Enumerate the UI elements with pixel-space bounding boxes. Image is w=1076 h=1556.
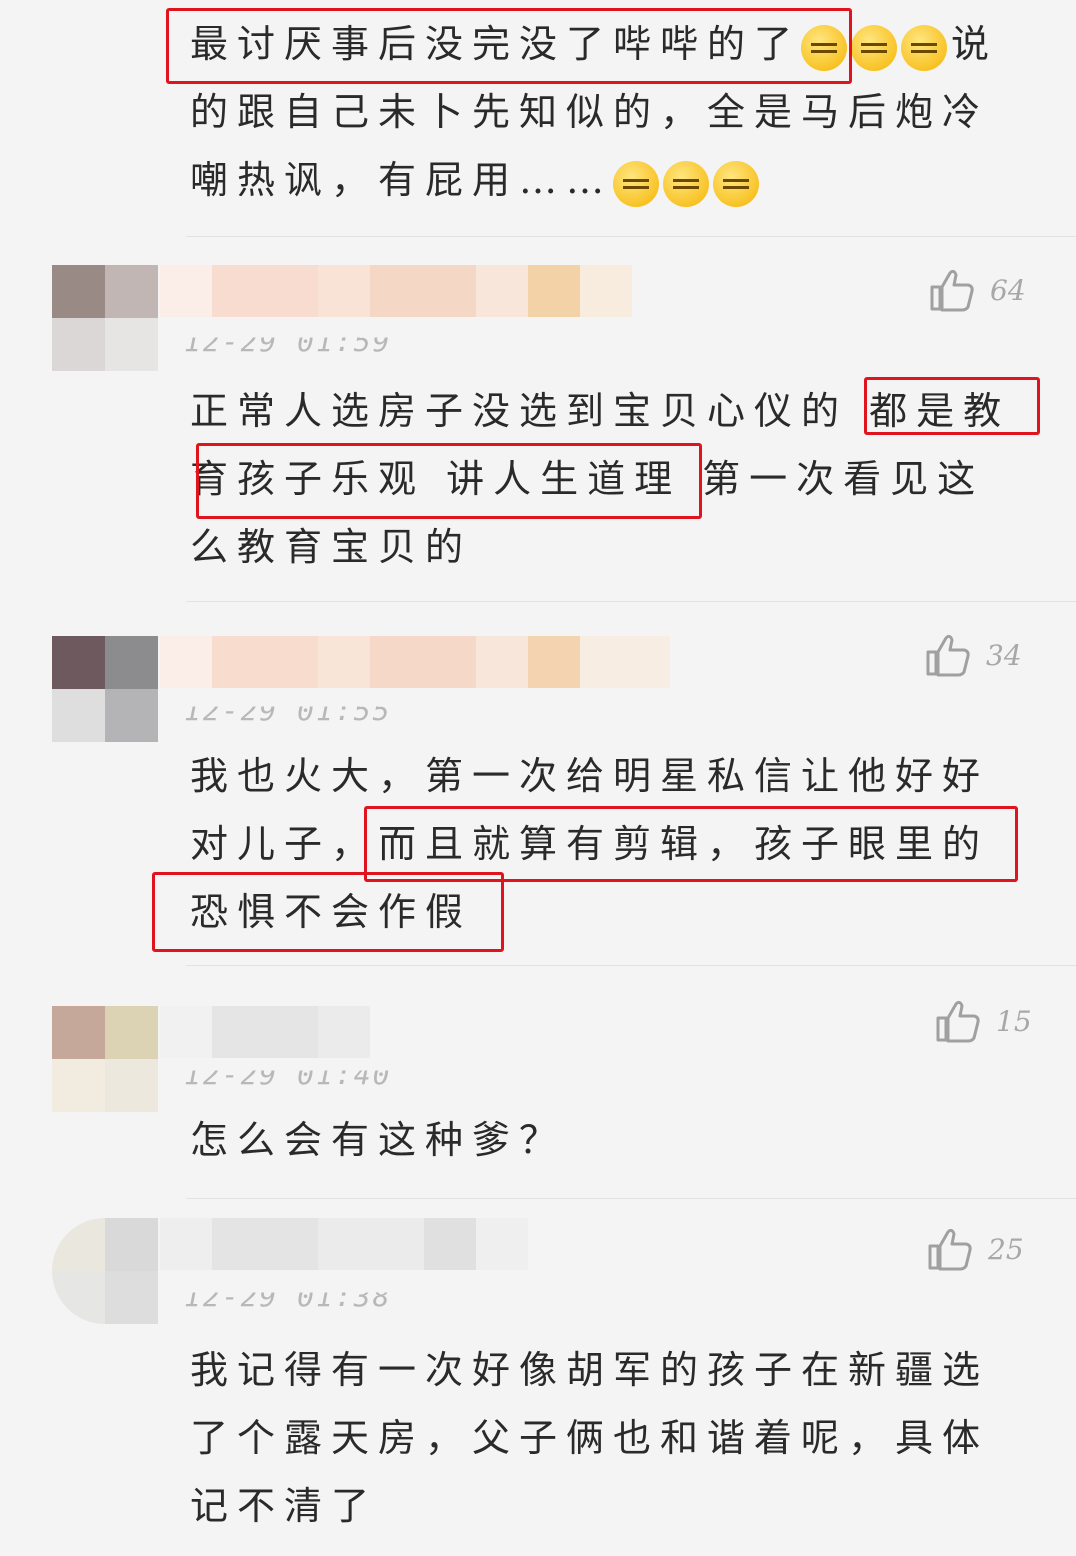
angry-emoji-icon (713, 160, 760, 207)
highlight-box (166, 8, 852, 84)
angry-emoji-icon (663, 160, 710, 207)
like-count: 34 (986, 638, 1022, 672)
highlight-box (364, 806, 1018, 882)
comment-item: 12-29 01:40 15 怎么会有这种爹？ (0, 966, 1076, 1200)
like-button[interactable]: 34 (924, 632, 1022, 678)
avatar[interactable] (52, 1218, 158, 1324)
comment-text: 怎么会有这种爹？ (190, 1118, 567, 1162)
comment-text: 我记得有一次好像胡军的孩子在新疆选了个露天房，父子俩也和谐着呢，具体记不清了 (190, 1348, 990, 1528)
grimace-emoji-icon (851, 24, 898, 71)
like-count: 64 (990, 273, 1026, 307)
grimace-emoji-icon (901, 24, 948, 71)
like-count: 15 (996, 1004, 1032, 1038)
username-blurred[interactable] (160, 1218, 528, 1270)
angry-emoji-icon (613, 160, 660, 207)
comment-timestamp: 12-29 01:59 (184, 325, 392, 358)
avatar[interactable] (52, 1006, 158, 1112)
thumbs-up-icon (926, 634, 970, 677)
username-blurred[interactable] (160, 636, 670, 688)
highlight-box (864, 377, 1040, 435)
like-count: 25 (988, 1232, 1024, 1266)
comment-timestamp: 12-29 01:40 (184, 1058, 392, 1091)
highlight-box (196, 443, 702, 519)
thumbs-up-icon (928, 1228, 972, 1271)
avatar[interactable] (52, 636, 158, 742)
comment-timestamp: 12-29 01:55 (184, 694, 392, 727)
username-blurred[interactable] (160, 1006, 370, 1058)
highlight-box (152, 872, 504, 952)
username-blurred[interactable] (160, 265, 632, 317)
avatar[interactable] (52, 265, 158, 371)
thumbs-up-icon (930, 269, 974, 312)
like-button[interactable]: 25 (926, 1226, 1024, 1272)
comment-item: 12-29 01:59 64 正常人选房子没选到宝贝心仪的 都是教育孩子乐观 讲… (0, 237, 1076, 602)
comment-timestamp: 12-29 01:38 (184, 1280, 392, 1313)
comment-item: 12-29 01:38 25 我记得有一次好像胡军的孩子在新疆选了个露天房，父子… (0, 1200, 1076, 1556)
like-button[interactable]: 15 (934, 998, 1032, 1044)
comment-item: 最讨厌事后没完没了哔哔的了 说的跟自己未卜先知似的，全是马后炮冷嘲热讽，有屁用…… (0, 0, 1076, 237)
divider (186, 1198, 1076, 1199)
thumbs-up-icon (936, 1000, 980, 1043)
like-button[interactable]: 64 (928, 267, 1026, 313)
comment-item: 12-29 01:55 34 我也火大，第一次给明星私信让他好好对儿子，而且就算… (0, 602, 1076, 966)
